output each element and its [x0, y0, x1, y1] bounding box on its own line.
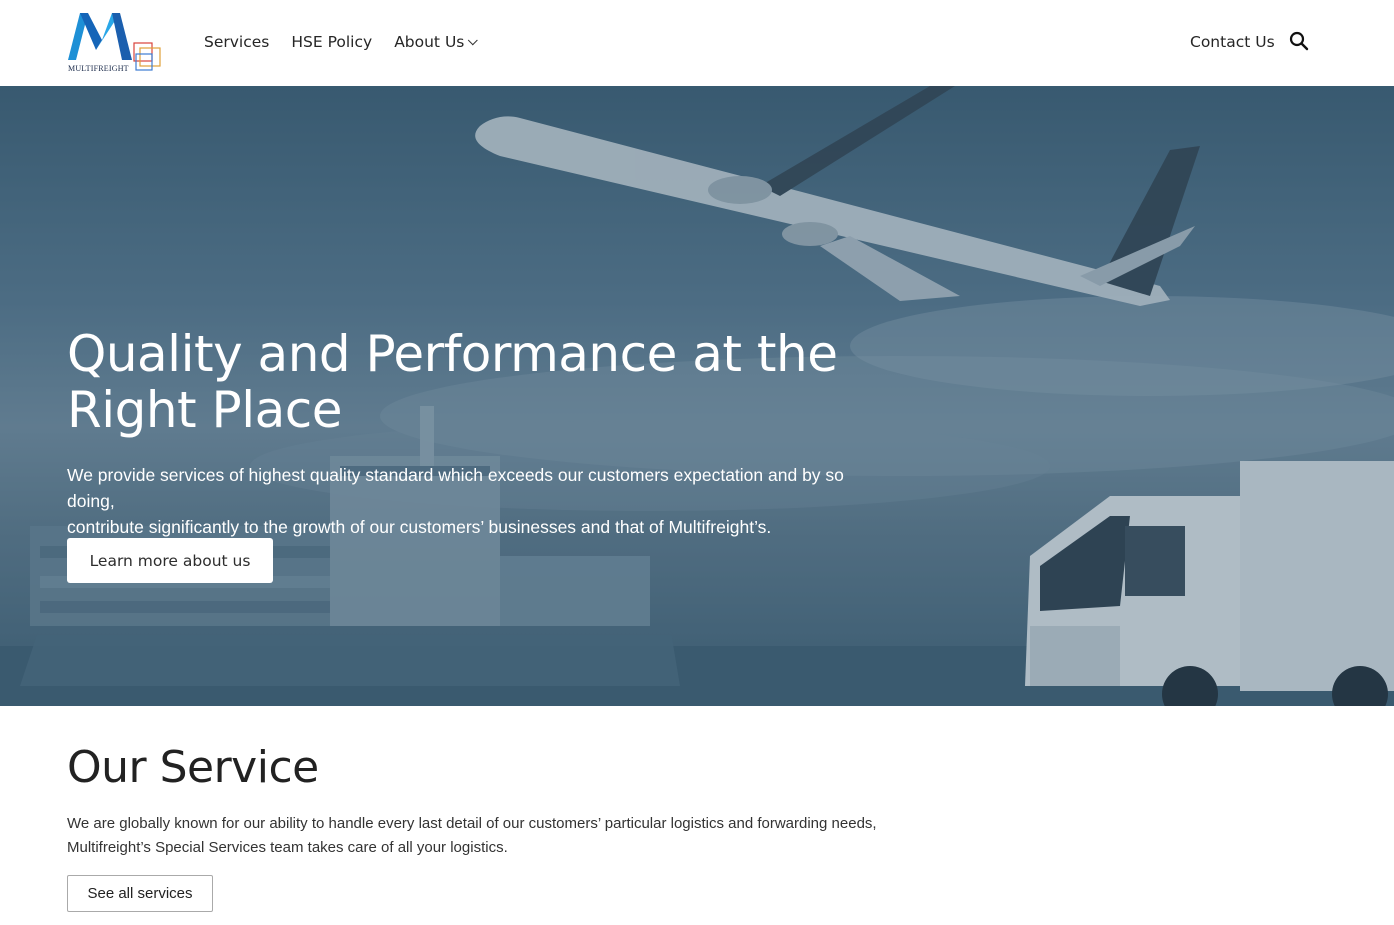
services-description-line-1: We are globally known for our ability to… — [67, 815, 877, 832]
multifreight-logo[interactable]: MULTIFREIGHT — [66, 10, 166, 74]
learn-more-button[interactable]: Learn more about us — [67, 538, 273, 583]
nav-item-about-us[interactable]: About Us — [394, 33, 479, 51]
nav-item-services[interactable]: Services — [204, 33, 269, 51]
hero-description-line-2: contribute significantly to the growth o… — [67, 517, 772, 537]
see-all-services-button[interactable]: See all services — [67, 875, 213, 912]
logo-wordmark: MULTIFREIGHT — [68, 64, 129, 73]
header-actions: Contact Us — [1190, 30, 1275, 54]
hero-title: Quality and Performance at the Right Pla… — [67, 326, 867, 438]
search-icon[interactable] — [1289, 31, 1309, 51]
hero-description: We provide services of highest quality s… — [67, 462, 887, 540]
chevron-down-icon — [468, 34, 479, 45]
hero-description-line-1: We provide services of highest quality s… — [67, 465, 844, 511]
nav-item-hse-policy[interactable]: HSE Policy — [291, 33, 372, 51]
hero-title-line-1: Quality and Performance at the — [67, 325, 838, 383]
nav-item-about-us-label: About Us — [394, 33, 465, 51]
site-header: MULTIFREIGHT Services HSE Policy About U… — [0, 0, 1394, 86]
services-description-line-2: Multifreight’s Special Services team tak… — [67, 839, 508, 856]
hero-title-line-2: Right Place — [67, 381, 343, 439]
main-nav: Services HSE Policy About Us — [204, 30, 499, 54]
services-description: We are globally known for our ability to… — [67, 812, 947, 860]
hero-banner: Quality and Performance at the Right Pla… — [0, 86, 1394, 706]
nav-item-contact-us[interactable]: Contact Us — [1190, 33, 1275, 51]
services-title: Our Service — [67, 742, 319, 793]
